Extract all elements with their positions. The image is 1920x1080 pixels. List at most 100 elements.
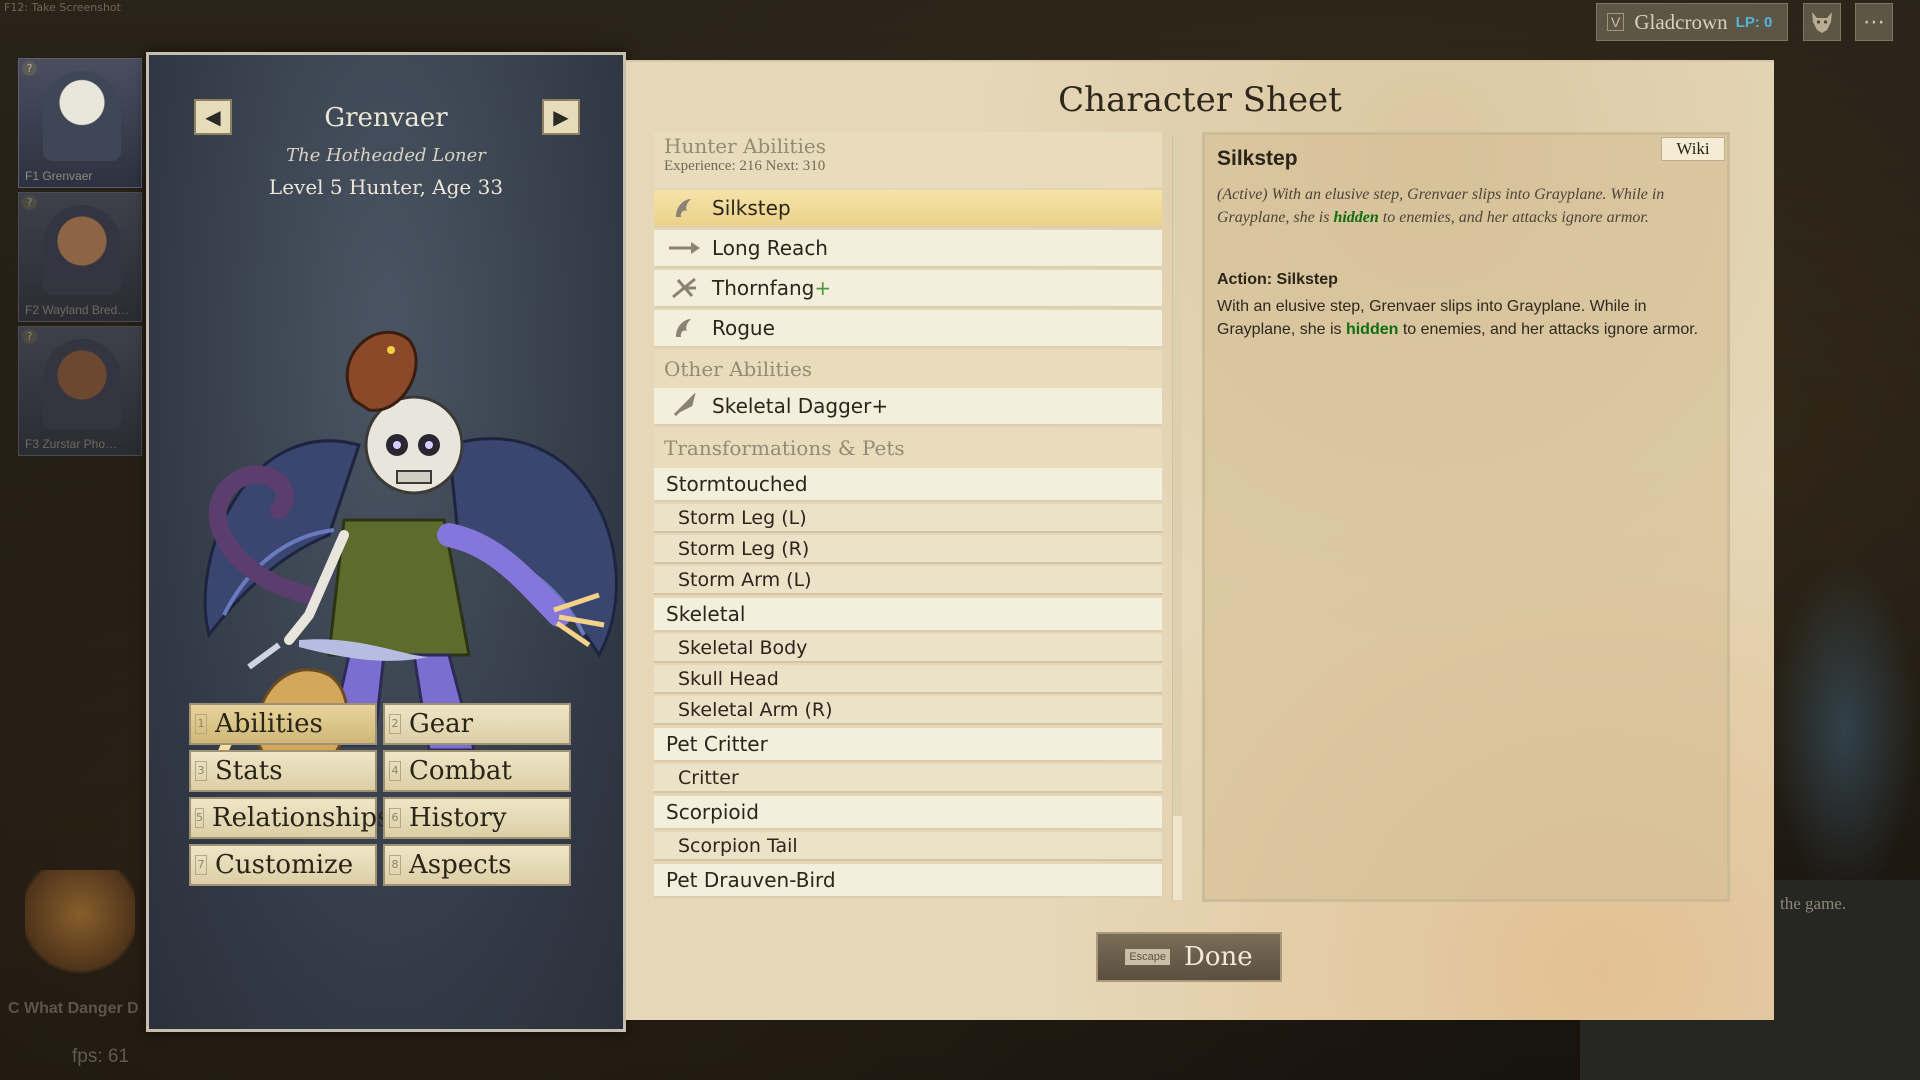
group-skeletal[interactable]: Skeletal xyxy=(654,598,1162,632)
background-house-image xyxy=(25,870,135,980)
character-name: Grenvaer xyxy=(324,103,448,133)
done-button[interactable]: Escape Done xyxy=(1096,932,1282,982)
tab-aspects[interactable]: 8 Aspects xyxy=(383,844,571,886)
sneak-icon xyxy=(666,313,702,343)
tab-hotkey: 1 xyxy=(195,714,207,734)
party-member-2[interactable]: ? F2 Wayland Bred… xyxy=(18,192,142,322)
ability-list-scrollbar[interactable] xyxy=(1172,136,1182,900)
party-member-1[interactable]: ? F1 Grenvaer xyxy=(18,58,142,188)
background-glow xyxy=(1770,560,1920,900)
transformation-item[interactable]: Critter xyxy=(654,764,1162,793)
tab-stats[interactable]: 3 Stats xyxy=(189,750,377,792)
zurstar-portrait xyxy=(43,339,121,429)
ability-name: Rogue xyxy=(712,316,775,340)
transformation-item[interactable]: Storm Leg (R) xyxy=(654,535,1162,564)
tab-customize[interactable]: 7 Customize xyxy=(189,844,377,886)
thorn-icon xyxy=(666,273,702,303)
group-pet-drauven-bird[interactable]: Pet Drauven-Bird xyxy=(654,864,1162,898)
section-title: Hunter Abilities xyxy=(664,134,826,158)
guild-hotkey: V xyxy=(1607,13,1625,31)
tab-label: History xyxy=(409,803,507,833)
skeleton-portrait xyxy=(43,71,121,161)
quest-key: C xyxy=(8,1000,20,1017)
tab-combat[interactable]: 4 Combat xyxy=(383,750,571,792)
transformation-item[interactable]: Skeletal Body xyxy=(654,634,1162,663)
party-label: F1 Grenvaer xyxy=(25,169,93,183)
guild-lp: LP: 0 xyxy=(1735,13,1773,31)
group-pet-critter[interactable]: Pet Critter xyxy=(654,728,1162,762)
ellipsis-icon[interactable]: ⋯ xyxy=(1855,3,1893,41)
scrollbar-thumb[interactable] xyxy=(1173,136,1182,816)
keyword-hidden[interactable]: hidden xyxy=(1333,209,1378,226)
ability-row-long-reach[interactable]: Long Reach xyxy=(654,230,1162,268)
action-text: to enemies, and her attacks ignore armor… xyxy=(1398,321,1699,338)
character-sheet-panel: Character Sheet Hunter Abilities Experie… xyxy=(626,60,1774,1020)
character-panel: ◀ ▶ Grenvaer The Hotheaded Loner Level 5… xyxy=(146,52,626,1032)
tab-label: Abilities xyxy=(215,709,323,739)
party-badge: ? xyxy=(22,195,37,210)
quest-title: What Danger D xyxy=(24,1000,139,1017)
character-title: The Hotheaded Loner xyxy=(286,145,486,166)
action-label: Action: Silkstep xyxy=(1217,271,1338,288)
wolf-head-icon[interactable] xyxy=(1803,3,1841,41)
tab-hotkey: 4 xyxy=(389,761,401,781)
transformation-item[interactable]: Skull Head xyxy=(654,665,1162,694)
ability-name: Skeletal Dagger+ xyxy=(712,394,889,418)
ability-list[interactable]: Hunter Abilities Experience: 216 Next: 3… xyxy=(654,132,1162,960)
tab-hotkey: 6 xyxy=(389,808,401,828)
tab-gear[interactable]: 2 Gear xyxy=(383,703,571,745)
escape-hotkey: Escape xyxy=(1125,949,1171,965)
sheet-title: Character Sheet xyxy=(1058,80,1342,120)
party-member-3[interactable]: ? F3 Zurstar Pho… xyxy=(18,326,142,456)
ability-row-silkstep[interactable]: Silkstep xyxy=(654,190,1162,228)
tab-hotkey: 8 xyxy=(389,855,401,875)
ability-row-rogue[interactable]: Rogue xyxy=(654,310,1162,348)
hunter-abilities-header: Hunter Abilities Experience: 216 Next: 3… xyxy=(654,132,1162,188)
party-badge: ? xyxy=(22,329,37,344)
detail-title: Silkstep xyxy=(1217,147,1298,170)
ability-name: Thornfang xyxy=(712,276,815,300)
upgrade-plus: + xyxy=(814,276,832,300)
wayland-portrait xyxy=(43,205,121,295)
desc-text: to enemies, and her attacks ignore armor… xyxy=(1378,209,1649,226)
tab-label: Aspects xyxy=(409,850,512,880)
action-description: With an elusive step, Grenvaer slips int… xyxy=(1217,295,1727,341)
transformation-item[interactable]: Scorpion Tail xyxy=(654,832,1162,861)
tab-relationships[interactable]: 5 Relationships xyxy=(189,797,390,839)
party-label: F2 Wayland Bred… xyxy=(25,303,130,317)
sneak-icon xyxy=(666,193,702,223)
fps-counter: fps: 61 xyxy=(72,1046,130,1067)
tab-hotkey: 5 xyxy=(195,808,204,828)
group-stormtouched[interactable]: Stormtouched xyxy=(654,468,1162,502)
ability-row-thornfang[interactable]: Thornfang + xyxy=(654,270,1162,308)
wiki-button[interactable]: Wiki xyxy=(1661,137,1725,161)
transformation-item[interactable]: Storm Leg (L) xyxy=(654,504,1162,533)
experience-text: Experience: 216 Next: 310 xyxy=(664,158,826,174)
ability-row-skeletal-dagger[interactable]: Skeletal Dagger+ xyxy=(654,388,1162,426)
party-badge: ? xyxy=(22,61,37,76)
ability-name: Silkstep xyxy=(712,196,791,220)
screenshot-hint: F12: Take Screenshot xyxy=(4,1,121,14)
spear-icon xyxy=(666,233,702,263)
dagger-icon xyxy=(666,391,702,421)
tab-hotkey: 7 xyxy=(195,855,207,875)
quest-tracker: C What Danger D xyxy=(8,1000,139,1018)
tab-history[interactable]: 6 History xyxy=(383,797,571,839)
tab-label: Stats xyxy=(215,756,283,786)
tab-abilities[interactable]: 1 Abilities xyxy=(189,703,377,745)
detail-description: (Active) With an elusive step, Grenvaer … xyxy=(1217,183,1717,229)
transformation-item[interactable]: Storm Arm (L) xyxy=(654,566,1162,595)
group-scorpioid[interactable]: Scorpioid xyxy=(654,796,1162,830)
tab-label: Combat xyxy=(409,756,512,786)
tab-label: Gear xyxy=(409,709,474,739)
ability-detail-panel: Wiki Silkstep (Active) With an elusive s… xyxy=(1202,132,1730,902)
tab-hotkey: 2 xyxy=(389,714,401,734)
ability-name: Long Reach xyxy=(712,236,828,260)
keyword-hidden[interactable]: hidden xyxy=(1346,321,1398,338)
guild-button[interactable]: V Gladcrown LP: 0 xyxy=(1596,3,1788,41)
transformation-item[interactable]: Skeletal Arm (R) xyxy=(654,696,1162,725)
background-text: the game. xyxy=(1780,894,1847,913)
other-abilities-header: Other Abilities xyxy=(654,350,1162,388)
party-label: F3 Zurstar Pho… xyxy=(25,437,118,451)
tab-hotkey: 3 xyxy=(195,761,207,781)
